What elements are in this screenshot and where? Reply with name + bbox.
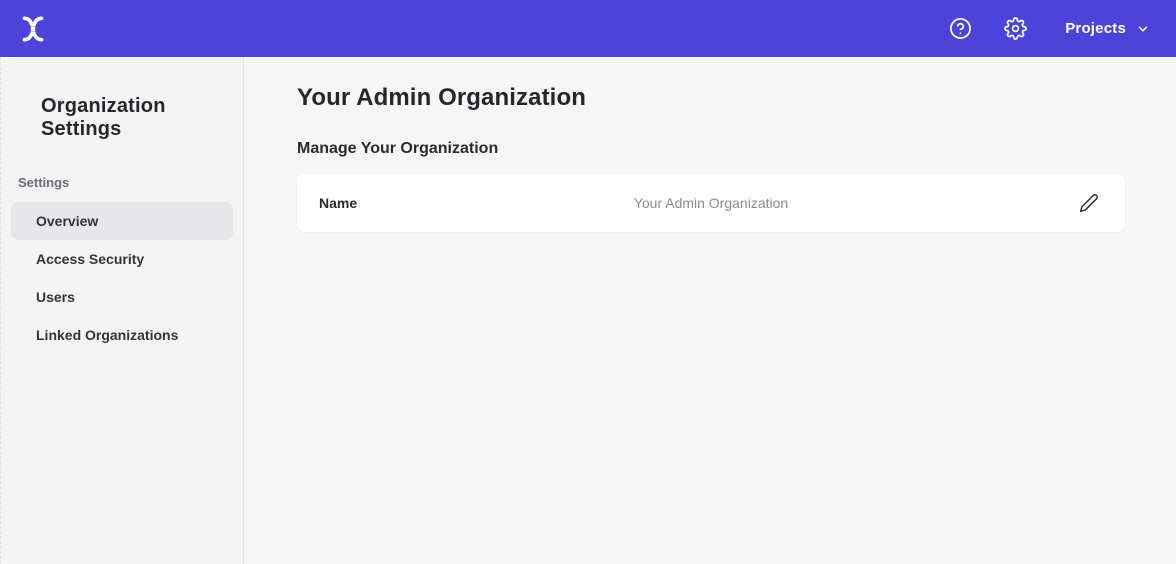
name-label: Name — [319, 195, 357, 211]
section-title: Manage Your Organization — [297, 140, 1176, 158]
projects-menu-button[interactable]: Projects — [1065, 20, 1150, 37]
settings-button[interactable] — [1002, 15, 1029, 42]
projects-label: Projects — [1065, 20, 1126, 37]
sidebar-item-linked-organizations[interactable]: Linked Organizations — [11, 316, 233, 354]
topbar-actions: Projects — [947, 15, 1150, 42]
name-value: Your Admin Organization — [634, 195, 788, 211]
edit-name-button[interactable] — [1075, 189, 1103, 217]
sidebar: Organization Settings Settings Overview … — [0, 57, 244, 564]
top-navigation-bar: Projects — [0, 0, 1176, 57]
sidebar-nav: Overview Access Security Users Linked Or… — [1, 202, 243, 354]
x-brand-logo-icon — [18, 13, 48, 45]
help-button[interactable] — [947, 15, 974, 42]
sidebar-section-label: Settings — [18, 175, 243, 190]
gear-icon — [1004, 17, 1027, 40]
question-circle-icon — [949, 17, 972, 40]
organization-name-card: Name Your Admin Organization — [297, 174, 1125, 232]
chevron-down-icon — [1136, 22, 1150, 36]
sidebar-title: Organization Settings — [41, 95, 243, 141]
main-content: Your Admin Organization Manage Your Orga… — [244, 57, 1176, 564]
brand-logo[interactable] — [18, 13, 48, 45]
page-title: Your Admin Organization — [297, 84, 1176, 112]
app-root: Projects Organization Settings Settings … — [0, 0, 1176, 564]
pencil-icon — [1079, 193, 1099, 213]
sidebar-item-users[interactable]: Users — [11, 278, 233, 316]
sidebar-item-overview[interactable]: Overview — [11, 202, 233, 240]
content-wrapper: Organization Settings Settings Overview … — [0, 57, 1176, 564]
sidebar-item-access-security[interactable]: Access Security — [11, 240, 233, 278]
